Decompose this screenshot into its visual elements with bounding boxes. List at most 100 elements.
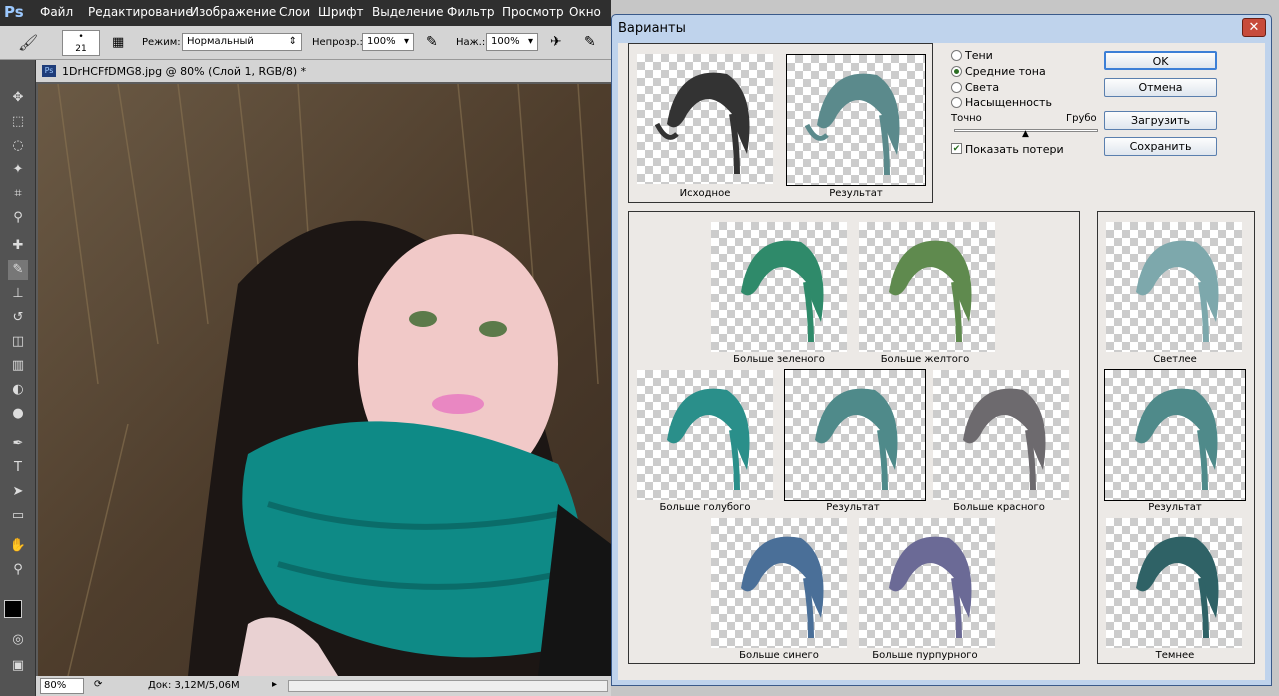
brush-panel-icon[interactable]: ▦	[112, 35, 124, 50]
current-result-thumbnail	[786, 54, 926, 186]
save-button[interactable]: Сохранить	[1104, 137, 1217, 156]
menu-layer[interactable]: Слои	[279, 5, 310, 19]
menu-edit[interactable]: Редактирование	[88, 5, 193, 19]
thumb-more-yellow[interactable]	[859, 222, 995, 352]
menu-window[interactable]: Окно	[569, 5, 601, 19]
screen-mode-icon[interactable]: ▣	[8, 656, 28, 676]
caption-current-center: Результат	[826, 502, 880, 513]
status-icon[interactable]: ⟳	[94, 679, 102, 690]
variations-dialog: Варианты ✕ Исходное Результат Тени Средн…	[611, 14, 1272, 686]
foreground-color-swatch[interactable]	[4, 600, 22, 618]
photo-image	[38, 84, 611, 676]
result-caption: Результат	[829, 188, 883, 199]
hair-icon	[654, 72, 750, 175]
caption-darker: Темнее	[1155, 650, 1195, 661]
thumb-current-brightness[interactable]	[1104, 369, 1246, 501]
quick-mask-icon[interactable]: ◎	[8, 630, 28, 650]
show-clipping-checkbox[interactable]: ✔ Показать потери	[951, 143, 1064, 156]
hand-tool-icon[interactable]: ✋	[8, 536, 28, 556]
status-menu-icon[interactable]: ▸	[272, 679, 277, 690]
healing-tool-icon[interactable]: ✚	[8, 236, 28, 256]
radio-midtones[interactable]: Средние тона	[951, 65, 1046, 78]
document-canvas[interactable]	[38, 84, 611, 676]
photoshop-logo: Ps	[4, 3, 24, 21]
thumb-more-blue[interactable]	[711, 518, 847, 648]
mode-select[interactable]: Нормальный ⇕	[182, 33, 302, 51]
hair-icon	[1135, 388, 1218, 491]
opacity-value: 100%	[367, 36, 396, 47]
pressure-opacity-icon[interactable]: ✎	[426, 34, 438, 50]
zoom-field[interactable]: 80%	[40, 678, 84, 694]
stamp-tool-icon[interactable]: ⊥	[8, 284, 28, 304]
quick-select-tool-icon[interactable]: ✦	[8, 160, 28, 180]
brush-size-value: 21	[75, 44, 87, 54]
caption-more-magenta: Больше пурпурного	[872, 650, 978, 661]
show-clipping-label: Показать потери	[965, 143, 1064, 156]
radio-shadows[interactable]: Тени	[951, 49, 993, 62]
menu-type[interactable]: Шрифт	[318, 5, 364, 19]
menu-view[interactable]: Просмотр	[502, 5, 564, 19]
radio-saturation[interactable]: Насыщенность	[951, 96, 1052, 109]
gradient-tool-icon[interactable]: ▥	[8, 356, 28, 376]
thumb-more-green[interactable]	[711, 222, 847, 352]
brush-preset-picker[interactable]: • 21	[62, 30, 100, 56]
eyedropper-tool-icon[interactable]: ⚲	[8, 208, 28, 228]
shape-tool-icon[interactable]: ▭	[8, 506, 28, 526]
caption-more-green: Больше зеленого	[733, 354, 825, 365]
close-button[interactable]: ✕	[1242, 18, 1266, 37]
original-thumbnail	[637, 54, 773, 184]
menu-select[interactable]: Выделение	[372, 5, 443, 19]
brush-tool-icon[interactable]: 🖌	[18, 33, 38, 52]
dialog-title: Варианты	[618, 21, 686, 36]
opacity-input[interactable]: 100% ▾	[362, 33, 414, 51]
flow-input[interactable]: 100% ▾	[486, 33, 538, 51]
hair-icon	[1136, 240, 1219, 343]
opacity-label: Непрозр.:	[312, 37, 363, 48]
document-tab[interactable]: Ps 1DrHCFfDMG8.jpg @ 80% (Слой 1, RGB/8)…	[36, 60, 611, 82]
brush-tool-icon[interactable]: ✎	[8, 260, 28, 280]
thumb-darker[interactable]	[1106, 518, 1242, 648]
menu-file[interactable]: Файл	[40, 5, 73, 19]
caption-more-yellow: Больше желтого	[880, 354, 970, 365]
horizontal-scrollbar[interactable]	[288, 680, 608, 692]
document-title: 1DrHCFfDMG8.jpg @ 80% (Слой 1, RGB/8) *	[62, 65, 307, 78]
hair-icon	[741, 240, 824, 343]
slider-thumb[interactable]: ▲	[1022, 129, 1029, 139]
lasso-tool-icon[interactable]: ◌	[8, 136, 28, 156]
path-select-tool-icon[interactable]: ➤	[8, 482, 28, 502]
tools-panel: ✥ ⬚ ◌ ✦ ⌗ ⚲ ✚ ✎ ⊥ ↺ ◫ ▥ ◐ ● ✒ T ➤ ▭ ✋ ⚲ …	[0, 60, 36, 696]
move-tool-icon[interactable]: ✥	[8, 88, 28, 108]
doc-info: Док: 3,12M/5,06M	[148, 680, 240, 691]
menu-filter[interactable]: Фильтр	[447, 5, 494, 19]
radio-highlights[interactable]: Света	[951, 81, 999, 94]
status-bar: 80% ⟳ Док: 3,12M/5,06M ▸	[36, 676, 611, 696]
thumb-more-red[interactable]	[933, 370, 1069, 500]
thumb-current-center[interactable]	[784, 369, 926, 501]
cancel-button[interactable]: Отмена	[1104, 78, 1217, 97]
hair-icon	[804, 73, 900, 176]
brightness-variations-frame: Светлее Результат Темнее	[1097, 211, 1255, 664]
eraser-tool-icon[interactable]: ◫	[8, 332, 28, 352]
radio-shadows-label: Тени	[965, 49, 993, 62]
pen-tool-icon[interactable]: ✒	[8, 434, 28, 454]
zoom-tool-icon[interactable]: ⚲	[8, 560, 28, 580]
pressure-size-icon[interactable]: ✎	[584, 34, 596, 50]
thumb-more-magenta[interactable]	[859, 518, 995, 648]
dodge-tool-icon[interactable]: ●	[8, 404, 28, 424]
menu-image[interactable]: Изображение	[190, 5, 276, 19]
caption-lighter: Светлее	[1153, 354, 1197, 365]
load-button[interactable]: Загрузить	[1104, 111, 1217, 130]
type-tool-icon[interactable]: T	[8, 458, 28, 478]
thumb-more-cyan[interactable]	[637, 370, 773, 500]
marquee-tool-icon[interactable]: ⬚	[8, 112, 28, 132]
mode-value: Нормальный	[187, 36, 254, 47]
ps-document-icon: Ps	[42, 65, 56, 77]
ok-button[interactable]: OK	[1104, 51, 1217, 70]
mode-label: Режим:	[142, 37, 181, 48]
blur-tool-icon[interactable]: ◐	[8, 380, 28, 400]
airbrush-icon[interactable]: ✈	[550, 34, 562, 50]
history-brush-tool-icon[interactable]: ↺	[8, 308, 28, 328]
crop-tool-icon[interactable]: ⌗	[8, 184, 28, 204]
thumb-lighter[interactable]	[1106, 222, 1242, 352]
hair-icon	[889, 240, 972, 343]
